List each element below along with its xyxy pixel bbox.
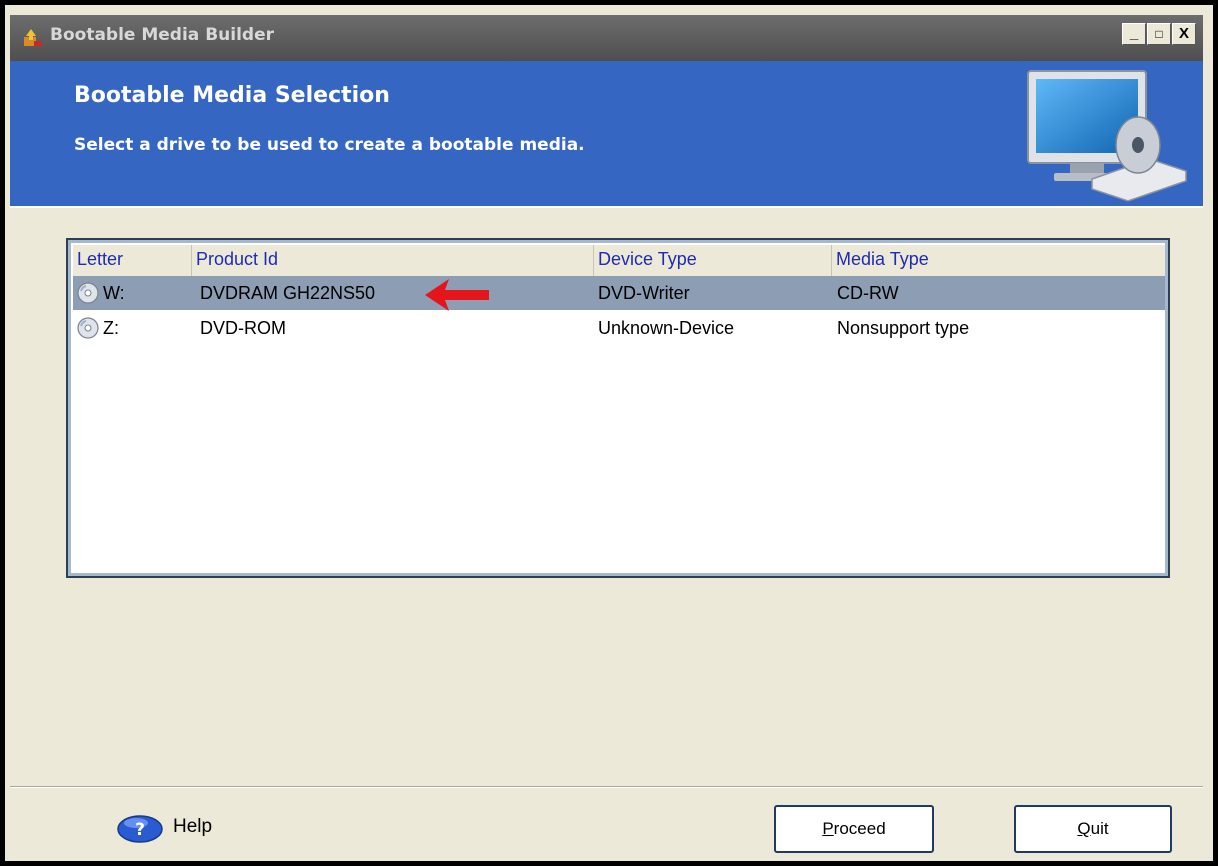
red-arrow-icon	[425, 279, 489, 311]
column-header-letter[interactable]: Letter	[73, 245, 191, 276]
window-title: Bootable Media Builder	[50, 25, 274, 45]
proceed-label: roceed	[833, 819, 886, 838]
column-header-product-id[interactable]: Product Id	[191, 245, 593, 276]
page-title: Bootable Media Selection	[74, 83, 390, 108]
cell-device-type: DVD-Writer	[598, 283, 690, 303]
disc-icon	[77, 282, 99, 304]
drive-list[interactable]: Letter Product Id Device Type Media Type…	[66, 238, 1170, 578]
help-icon: ?	[117, 815, 163, 843]
cell-product-id: DVDRAM GH22NS50	[200, 283, 376, 303]
close-button[interactable]: X	[1172, 23, 1196, 45]
page-subtitle: Select a drive to be used to create a bo…	[74, 135, 585, 155]
help-label: Help	[173, 816, 213, 837]
wizard-header: Bootable Media Selection Select a drive …	[10, 61, 1203, 206]
title-bar[interactable]: Bootable Media Builder _ □ X	[10, 15, 1203, 61]
disc-icon	[77, 317, 99, 339]
cell-media-type: Nonsupport type	[837, 318, 970, 338]
column-header-media-type[interactable]: Media Type	[831, 245, 1165, 276]
header-divider	[10, 206, 1203, 208]
app-icon	[24, 29, 42, 46]
list-header: Letter Product Id Device Type Media Type	[73, 245, 1165, 277]
proceed-button[interactable]: Proceed	[774, 805, 934, 853]
cell-device-type: Unknown-Device	[598, 318, 735, 338]
cell-product-id: DVD-ROM	[200, 318, 286, 338]
table-row[interactable]: Z: DVD-ROM Unknown-Device Nonsupport typ…	[73, 311, 1165, 345]
column-header-device-type[interactable]: Device Type	[593, 245, 831, 276]
maximize-button[interactable]: □	[1147, 23, 1171, 45]
cell-letter: W:	[103, 283, 125, 303]
proceed-mnemonic: P	[822, 819, 834, 838]
quit-button[interactable]: Quit	[1014, 805, 1172, 853]
cell-letter: Z:	[103, 318, 119, 338]
svg-text:?: ?	[135, 820, 145, 840]
quit-label: uit	[1090, 819, 1109, 838]
cell-media-type: CD-RW	[837, 283, 899, 303]
table-row[interactable]: W: DVDRAM GH22NS50 DVD-Writer CD-RW	[73, 276, 1165, 310]
monitor-disc-icon	[1027, 70, 1187, 202]
minimize-button[interactable]: _	[1122, 23, 1146, 45]
quit-mnemonic: Q	[1077, 819, 1091, 838]
